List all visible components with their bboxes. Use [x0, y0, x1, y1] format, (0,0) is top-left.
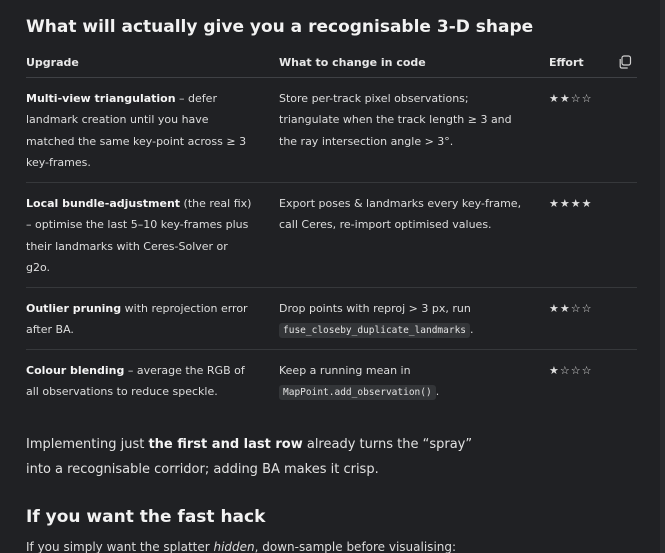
inline-code: fuse_closeby_duplicate_landmarks	[279, 323, 471, 339]
truncated-paragraph: If you simply want the splatter hidden, …	[26, 540, 457, 553]
table-row: Colour blending – average the RGB of all…	[26, 350, 637, 410]
column-header-change: What to change in code	[279, 56, 426, 69]
upgrade-cell: Multi-view triangulation – defer landmar…	[26, 92, 247, 169]
effort-rating: ★☆☆☆	[549, 364, 593, 377]
table-row: Local bundle-adjustment (the real fix) –…	[26, 183, 637, 288]
table-header: Upgrade What to change in code Effort	[26, 52, 637, 78]
copy-icon[interactable]	[618, 55, 632, 69]
column-header-effort: Effort	[549, 56, 584, 69]
change-cell: Keep a running mean in MapPoint.add_obse…	[279, 364, 440, 401]
section-heading: If you want the fast hack	[26, 507, 266, 527]
upgrade-cell: Outlier pruning with reprojection error …	[26, 302, 248, 337]
summary-paragraph: Implementing just the first and last row…	[26, 437, 473, 477]
section-heading: What will actually give you a recognisab…	[26, 17, 534, 37]
effort-rating: ★★☆☆	[549, 302, 593, 315]
change-cell: Export poses & landmarks every key-frame…	[279, 197, 522, 232]
table-row: Multi-view triangulation – defer landmar…	[26, 78, 637, 183]
effort-rating: ★★★★	[549, 197, 593, 210]
change-cell: Store per-track pixel observations; tria…	[279, 92, 512, 148]
scrollbar[interactable]	[660, 0, 665, 553]
upgrade-cell: Colour blending – average the RGB of all…	[26, 364, 245, 399]
change-cell: Drop points with reproj > 3 px, run fuse…	[279, 302, 474, 339]
upgrades-table: Upgrade What to change in code Effort Mu…	[26, 52, 637, 410]
table-row: Outlier pruning with reprojection error …	[26, 288, 637, 350]
upgrade-cell: Local bundle-adjustment (the real fix) –…	[26, 197, 252, 274]
column-header-upgrade: Upgrade	[26, 56, 79, 69]
inline-code: MapPoint.add_observation()	[279, 385, 436, 401]
effort-rating: ★★☆☆	[549, 92, 593, 105]
